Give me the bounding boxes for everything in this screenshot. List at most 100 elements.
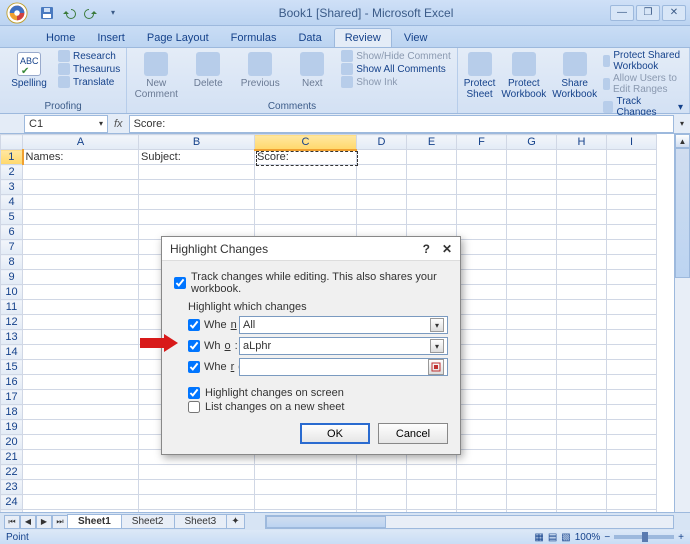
- cell[interactable]: [557, 390, 607, 405]
- cell[interactable]: [507, 360, 557, 375]
- cell[interactable]: [457, 165, 507, 180]
- cell[interactable]: [139, 195, 255, 210]
- ok-button[interactable]: OK: [300, 423, 370, 444]
- cell[interactable]: [557, 180, 607, 195]
- col-header[interactable]: E: [407, 135, 457, 150]
- cell[interactable]: [23, 240, 139, 255]
- row-header[interactable]: 5: [1, 210, 23, 225]
- dialog-close-button[interactable]: ✕: [442, 242, 452, 256]
- cell[interactable]: [23, 255, 139, 270]
- tab-view[interactable]: View: [394, 29, 438, 47]
- cell[interactable]: Subject:: [139, 150, 255, 165]
- next-sheet-button[interactable]: ▶: [36, 515, 52, 529]
- when-checkbox[interactable]: When:: [188, 319, 233, 331]
- cell[interactable]: [607, 315, 657, 330]
- qat-customize-icon[interactable]: ▾: [104, 4, 122, 22]
- cell[interactable]: [255, 165, 357, 180]
- cell[interactable]: [557, 375, 607, 390]
- protect-workbook-button[interactable]: Protect Workbook: [501, 50, 546, 100]
- cell[interactable]: [23, 270, 139, 285]
- cell[interactable]: [557, 345, 607, 360]
- cell[interactable]: [507, 450, 557, 465]
- cell[interactable]: [407, 465, 457, 480]
- cell[interactable]: [557, 225, 607, 240]
- cell[interactable]: [507, 285, 557, 300]
- cell[interactable]: [557, 480, 607, 495]
- row-header[interactable]: 6: [1, 225, 23, 240]
- last-sheet-button[interactable]: ⏭: [52, 515, 68, 529]
- cell[interactable]: [607, 390, 657, 405]
- cell[interactable]: [607, 285, 657, 300]
- cell[interactable]: [607, 150, 657, 165]
- cell[interactable]: [457, 225, 507, 240]
- cell[interactable]: [607, 345, 657, 360]
- cell[interactable]: [457, 360, 507, 375]
- cell[interactable]: Score:: [255, 150, 357, 165]
- cell[interactable]: [557, 405, 607, 420]
- cell[interactable]: [507, 180, 557, 195]
- dropdown-icon[interactable]: ▾: [430, 339, 444, 353]
- minimize-button[interactable]: —: [610, 5, 634, 21]
- cell[interactable]: [23, 390, 139, 405]
- insert-sheet-button[interactable]: ✦: [226, 514, 244, 529]
- cell[interactable]: [557, 360, 607, 375]
- cell[interactable]: [457, 270, 507, 285]
- cell[interactable]: [557, 210, 607, 225]
- cell[interactable]: [407, 480, 457, 495]
- office-button[interactable]: [0, 0, 34, 26]
- namebox-dropdown-icon[interactable]: ▾: [99, 119, 103, 128]
- cell[interactable]: [23, 480, 139, 495]
- tab-insert[interactable]: Insert: [87, 29, 135, 47]
- cell[interactable]: [607, 180, 657, 195]
- scroll-up-icon[interactable]: ▲: [675, 134, 690, 148]
- cell[interactable]: [23, 495, 139, 510]
- cell[interactable]: [607, 450, 657, 465]
- zoom-out-button[interactable]: −: [604, 532, 610, 543]
- row-header[interactable]: 19: [1, 420, 23, 435]
- row-header[interactable]: 22: [1, 465, 23, 480]
- cell[interactable]: [507, 315, 557, 330]
- cancel-button[interactable]: Cancel: [378, 423, 448, 444]
- col-header[interactable]: G: [507, 135, 557, 150]
- cell[interactable]: [457, 180, 507, 195]
- cell[interactable]: [607, 255, 657, 270]
- cell[interactable]: [255, 495, 357, 510]
- row-header[interactable]: 16: [1, 375, 23, 390]
- cell[interactable]: [557, 195, 607, 210]
- sheet-tab[interactable]: Sheet3: [174, 514, 228, 529]
- highlight-on-screen-checkbox[interactable]: Highlight changes on screen: [188, 387, 448, 399]
- cell[interactable]: [607, 435, 657, 450]
- cell[interactable]: [139, 180, 255, 195]
- research-button[interactable]: Research: [58, 50, 120, 62]
- dialog-help-button[interactable]: ?: [423, 242, 430, 256]
- cell[interactable]: [23, 300, 139, 315]
- who-checkbox[interactable]: Who:: [188, 340, 233, 352]
- cell[interactable]: [23, 285, 139, 300]
- allow-edit-ranges-button[interactable]: Allow Users to Edit Ranges: [603, 73, 683, 95]
- cell[interactable]: [507, 150, 557, 165]
- cell[interactable]: [557, 270, 607, 285]
- cell[interactable]: [557, 435, 607, 450]
- cell[interactable]: [357, 465, 407, 480]
- cell[interactable]: [457, 285, 507, 300]
- cell[interactable]: [607, 360, 657, 375]
- row-header[interactable]: 3: [1, 180, 23, 195]
- cell[interactable]: [507, 165, 557, 180]
- row-header[interactable]: 8: [1, 255, 23, 270]
- zoom-slider[interactable]: [614, 535, 674, 539]
- cell[interactable]: [23, 450, 139, 465]
- row-header[interactable]: 10: [1, 285, 23, 300]
- cell[interactable]: [557, 315, 607, 330]
- cell[interactable]: [457, 435, 507, 450]
- zoom-in-button[interactable]: +: [678, 532, 684, 543]
- tab-data[interactable]: Data: [288, 29, 331, 47]
- col-header[interactable]: C: [255, 135, 357, 150]
- where-checkbox[interactable]: Where:: [188, 361, 233, 373]
- share-workbook-button[interactable]: Share Workbook: [552, 50, 597, 100]
- cell[interactable]: [557, 495, 607, 510]
- cell[interactable]: [507, 210, 557, 225]
- col-header[interactable]: D: [357, 135, 407, 150]
- cell[interactable]: [607, 225, 657, 240]
- horizontal-scrollbar[interactable]: [265, 515, 674, 529]
- cell[interactable]: [507, 435, 557, 450]
